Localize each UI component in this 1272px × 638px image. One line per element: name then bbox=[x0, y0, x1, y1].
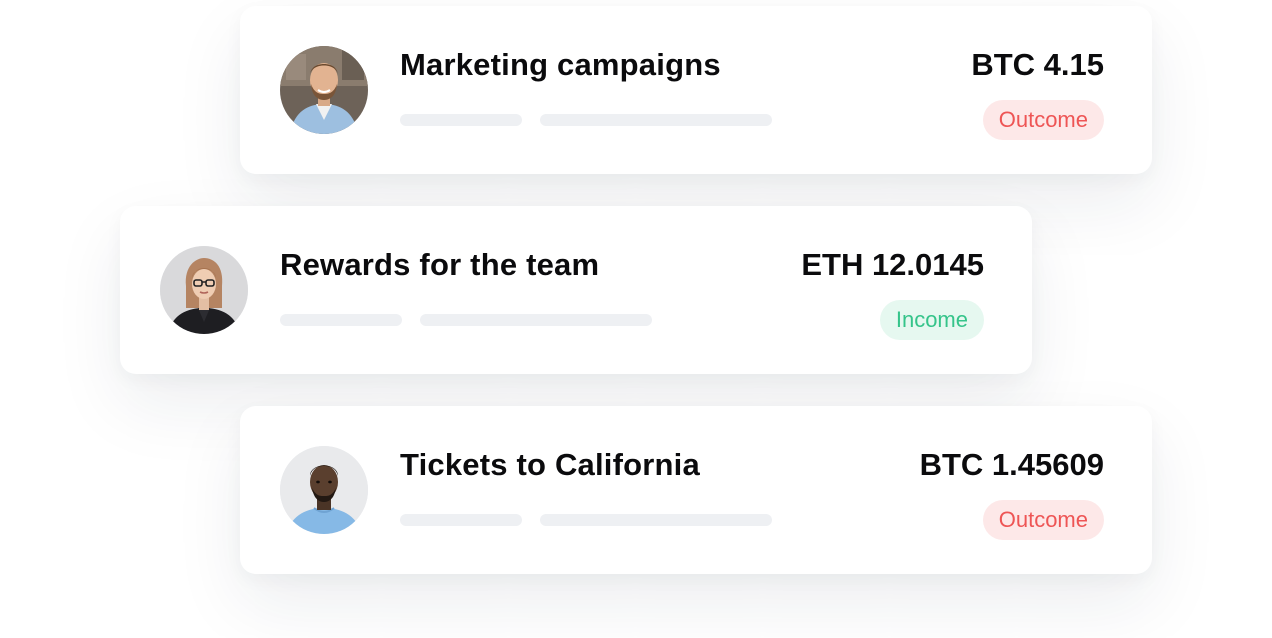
transaction-title: Marketing campaigns bbox=[400, 47, 721, 82]
transaction-title: Tickets to California bbox=[400, 447, 700, 482]
status-badge: Income bbox=[879, 300, 984, 340]
transaction-card[interactable]: Rewards for the team ETH 12.0145 Income bbox=[120, 206, 1032, 374]
transaction-list: Marketing campaigns BTC 4.15 Outcome Rew… bbox=[0, 0, 1272, 638]
text-placeholder bbox=[400, 114, 522, 126]
transaction-amount: BTC 1.45609 bbox=[919, 447, 1104, 482]
text-placeholder bbox=[400, 514, 522, 526]
woman-with-glasses-avatar bbox=[160, 246, 248, 334]
text-placeholder bbox=[540, 114, 772, 126]
transaction-card[interactable]: Marketing campaigns BTC 4.15 Outcome bbox=[240, 6, 1152, 174]
text-placeholder bbox=[420, 314, 652, 326]
status-badge: Outcome bbox=[982, 100, 1104, 140]
man-in-blue-shirt-avatar bbox=[280, 446, 368, 534]
text-placeholder bbox=[540, 514, 772, 526]
transaction-title: Rewards for the team bbox=[280, 247, 600, 282]
avatar bbox=[280, 446, 368, 534]
man-with-beard-avatar bbox=[280, 46, 368, 134]
status-badge: Outcome bbox=[982, 500, 1104, 540]
transaction-amount: BTC 4.15 bbox=[971, 47, 1104, 82]
text-placeholder bbox=[280, 314, 402, 326]
transaction-amount: ETH 12.0145 bbox=[801, 247, 984, 282]
avatar bbox=[160, 246, 248, 334]
avatar bbox=[280, 46, 368, 134]
transaction-card[interactable]: Tickets to California BTC 1.45609 Outcom… bbox=[240, 406, 1152, 574]
